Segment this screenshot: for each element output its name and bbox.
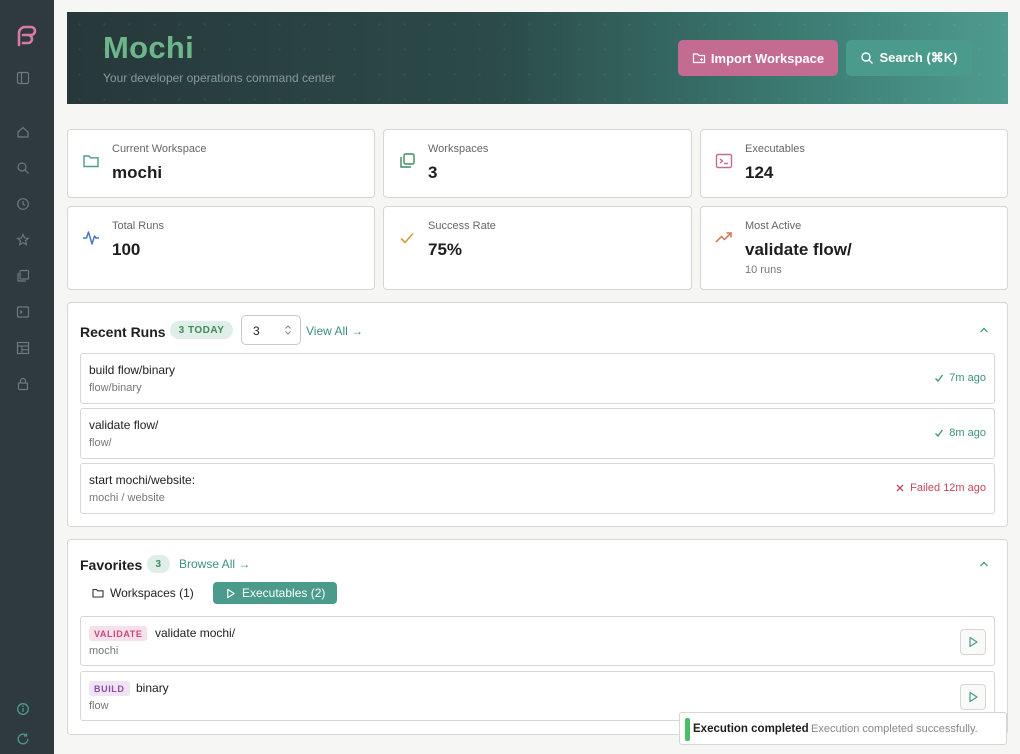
stat-label: Current Workspace <box>112 143 207 155</box>
toast-message: Execution completed successfully. <box>811 723 978 735</box>
stat-label: Workspaces <box>428 143 489 155</box>
chevron-up-icon[interactable] <box>978 558 990 570</box>
tab-label: Workspaces (1) <box>110 586 194 600</box>
lock-icon[interactable] <box>14 375 32 393</box>
search-label: Search (⌘K) <box>879 50 958 65</box>
run-row[interactable]: build flow/binary flow/binary 7m ago <box>80 353 995 404</box>
stat-card-workspaces: Workspaces 3 <box>383 129 692 198</box>
toast-notification[interactable]: Execution completed Execution completed … <box>679 712 1007 745</box>
select-arrows-icon <box>285 325 291 335</box>
toast-title: Execution completed <box>693 723 809 735</box>
stat-card-total-runs: Total Runs 100 <box>67 206 375 290</box>
search-icon[interactable] <box>14 159 32 177</box>
today-count-badge: 3 TODAY <box>170 321 233 339</box>
stat-card-success-rate: Success Rate 75% <box>383 206 692 290</box>
play-icon <box>227 588 235 598</box>
search-button[interactable]: Search (⌘K) <box>846 40 972 76</box>
run-status-text: Failed 12m ago <box>910 482 986 494</box>
favorite-name: binary <box>136 681 169 695</box>
run-path: flow/ <box>89 437 112 449</box>
verb-tag: BUILD <box>89 681 130 696</box>
favorite-path: flow <box>89 700 109 712</box>
activity-icon <box>82 229 100 247</box>
tab-executables[interactable]: Executables (2) <box>213 582 338 604</box>
favorite-path: mochi <box>89 645 119 657</box>
hero-header: Mochi Your developer operations command … <box>67 12 1008 104</box>
chevron-up-icon[interactable] <box>978 324 990 336</box>
terminal-icon <box>715 152 733 170</box>
stat-value: validate flow/ <box>745 240 852 259</box>
stat-value: mochi <box>112 163 163 182</box>
history-icon[interactable] <box>14 195 32 213</box>
recent-runs-panel: Recent Runs 3 TODAY 3 View All → build f… <box>67 302 1008 527</box>
stat-sub: 10 runs <box>745 264 782 276</box>
recent-runs-title: Recent Runs <box>80 324 166 340</box>
star-icon[interactable] <box>14 231 32 249</box>
run-row[interactable]: start mochi/website: mochi / website Fai… <box>80 463 995 514</box>
browse-all-link[interactable]: Browse All → <box>179 557 250 571</box>
check-icon <box>398 229 416 247</box>
favorite-name: validate mochi/ <box>155 626 236 640</box>
stat-value: 124 <box>745 163 774 182</box>
folder-icon <box>82 152 100 170</box>
run-status: 8m ago <box>934 427 986 439</box>
run-status: 7m ago <box>934 372 986 384</box>
view-all-link[interactable]: View All → <box>306 324 363 338</box>
run-row[interactable]: validate flow/ flow/ 8m ago <box>80 408 995 459</box>
tab-label: Executables (2) <box>242 586 326 600</box>
import-workspace-button[interactable]: Import Workspace <box>678 40 838 76</box>
stat-label: Success Rate <box>428 220 496 232</box>
layout-icon[interactable] <box>14 339 32 357</box>
stat-value: 75% <box>428 240 463 259</box>
stat-label: Most Active <box>745 220 802 232</box>
stack-icon <box>398 152 416 170</box>
run-count-select[interactable]: 3 <box>241 315 301 345</box>
stat-card-most-active: Most Active validate flow/ 10 runs <box>700 206 1008 290</box>
panel-toggle-icon[interactable] <box>14 69 32 87</box>
x-icon <box>896 484 904 492</box>
run-status-text: 8m ago <box>949 427 986 439</box>
run-status-text: 7m ago <box>949 372 986 384</box>
logo-icon[interactable] <box>13 23 39 49</box>
page-subtitle: Your developer operations command center <box>103 71 336 85</box>
play-icon <box>969 636 978 648</box>
stat-value: 100 <box>112 240 141 259</box>
workspaces-icon[interactable] <box>14 267 32 285</box>
stat-label: Executables <box>745 143 805 155</box>
import-workspace-label: Import Workspace <box>710 50 825 66</box>
stat-label: Total Runs <box>112 220 164 232</box>
check-icon <box>935 374 944 382</box>
verb-tag: VALIDATE <box>89 626 148 641</box>
run-path: flow/binary <box>89 382 142 394</box>
run-path: mochi / website <box>89 492 165 504</box>
run-count-value: 3 <box>253 324 260 338</box>
refresh-icon[interactable] <box>14 730 32 748</box>
run-status: Failed 12m ago <box>895 482 986 494</box>
toast-success-bar <box>685 718 690 741</box>
run-name: validate flow/ <box>89 418 159 432</box>
run-name: build flow/binary <box>89 363 176 377</box>
terminal-icon[interactable] <box>14 303 32 321</box>
tab-workspaces[interactable]: Workspaces (1) <box>80 582 206 604</box>
folder-icon <box>92 588 104 598</box>
trending-up-icon <box>715 229 733 247</box>
home-icon[interactable] <box>14 123 32 141</box>
favorites-count-badge: 3 <box>147 555 170 573</box>
search-icon <box>861 52 874 64</box>
run-button[interactable] <box>960 629 986 655</box>
run-button[interactable] <box>960 684 986 710</box>
sidebar <box>0 0 54 754</box>
play-icon <box>969 691 978 703</box>
run-name: start mochi/website: <box>89 473 196 487</box>
stat-card-executables: Executables 124 <box>700 129 1008 198</box>
info-icon[interactable] <box>14 700 32 718</box>
favorites-title: Favorites <box>80 557 143 573</box>
favorites-panel: Favorites 3 Browse All → Workspaces (1) … <box>67 539 1008 735</box>
stat-card-current-workspace: Current Workspace mochi <box>67 129 375 198</box>
stat-value: 3 <box>428 163 438 182</box>
check-icon <box>935 429 944 437</box>
page-title: Mochi <box>103 30 195 65</box>
favorite-item[interactable]: VALIDATE validate mochi/ mochi <box>80 616 995 666</box>
folder-plus-icon <box>692 53 706 64</box>
